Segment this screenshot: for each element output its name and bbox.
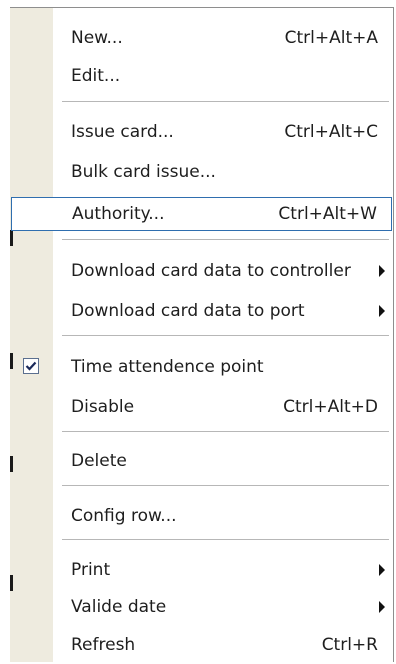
menu-item-shortcut: Ctrl+Alt+A [284, 28, 378, 48]
menu-item-shortcut: Ctrl+Alt+D [283, 397, 378, 417]
menu-separator [62, 335, 389, 336]
submenu-arrow-icon [379, 564, 385, 576]
menu-item-shortcut: Ctrl+Alt+C [284, 122, 378, 142]
menu-item-label: Refresh [71, 635, 136, 655]
menu-item-label: Disable [71, 397, 135, 417]
submenu-arrow-icon [379, 305, 385, 317]
check-icon [23, 358, 39, 374]
menu-separator [62, 431, 389, 432]
menu-item-label: Edit... [71, 66, 121, 86]
menu-item-issue-card[interactable]: Issue card... Ctrl+Alt+C [10, 115, 393, 149]
menu-item-bulk-card-issue[interactable]: Bulk card issue... [10, 155, 393, 189]
menu-item-new[interactable]: New... Ctrl+Alt+A [10, 21, 393, 55]
edge-tick [10, 230, 13, 246]
menu-item-label: Time attendence point [71, 357, 264, 377]
menu-item-label: Authority... [72, 204, 165, 224]
menu-item-label: Issue card... [71, 122, 174, 142]
menu-item-shortcut: Ctrl+R [321, 635, 378, 655]
menu-item-disable[interactable]: Disable Ctrl+Alt+D [10, 390, 393, 424]
menu-item-config-row[interactable]: Config row... [10, 499, 393, 533]
menu-separator [62, 485, 389, 486]
menu-item-label: Config row... [71, 506, 177, 526]
menu-item-edit[interactable]: Edit... [10, 59, 393, 93]
menu-item-label: Download card data to controller [71, 261, 351, 281]
submenu-arrow-icon [379, 265, 385, 277]
menu-item-download-to-controller[interactable]: Download card data to controller [10, 254, 393, 288]
menu-item-authority[interactable]: Authority... Ctrl+Alt+W [11, 197, 392, 231]
menu-separator [62, 101, 389, 102]
submenu-arrow-icon [379, 601, 385, 613]
menu-item-shortcut: Ctrl+Alt+W [278, 204, 377, 224]
menu-item-delete[interactable]: Delete [10, 444, 393, 478]
menu-item-label: Valide date [71, 597, 167, 617]
menu-item-refresh[interactable]: Refresh Ctrl+R [10, 628, 393, 662]
menu-item-label: Print [71, 560, 111, 580]
menu-item-label: Delete [71, 451, 127, 471]
menu-item-time-attendence-point[interactable]: Time attendence point [10, 350, 393, 384]
context-menu: New... Ctrl+Alt+A Edit... Issue card... … [10, 7, 394, 662]
menu-item-print[interactable]: Print [10, 553, 393, 587]
menu-separator [62, 539, 389, 540]
menu-item-label: Download card data to port [71, 301, 305, 321]
menu-item-download-to-port[interactable]: Download card data to port [10, 294, 393, 328]
menu-item-valide-date[interactable]: Valide date [10, 590, 393, 624]
menu-separator [62, 239, 389, 240]
menu-item-label: Bulk card issue... [71, 162, 216, 182]
menu-item-label: New... [71, 28, 123, 48]
